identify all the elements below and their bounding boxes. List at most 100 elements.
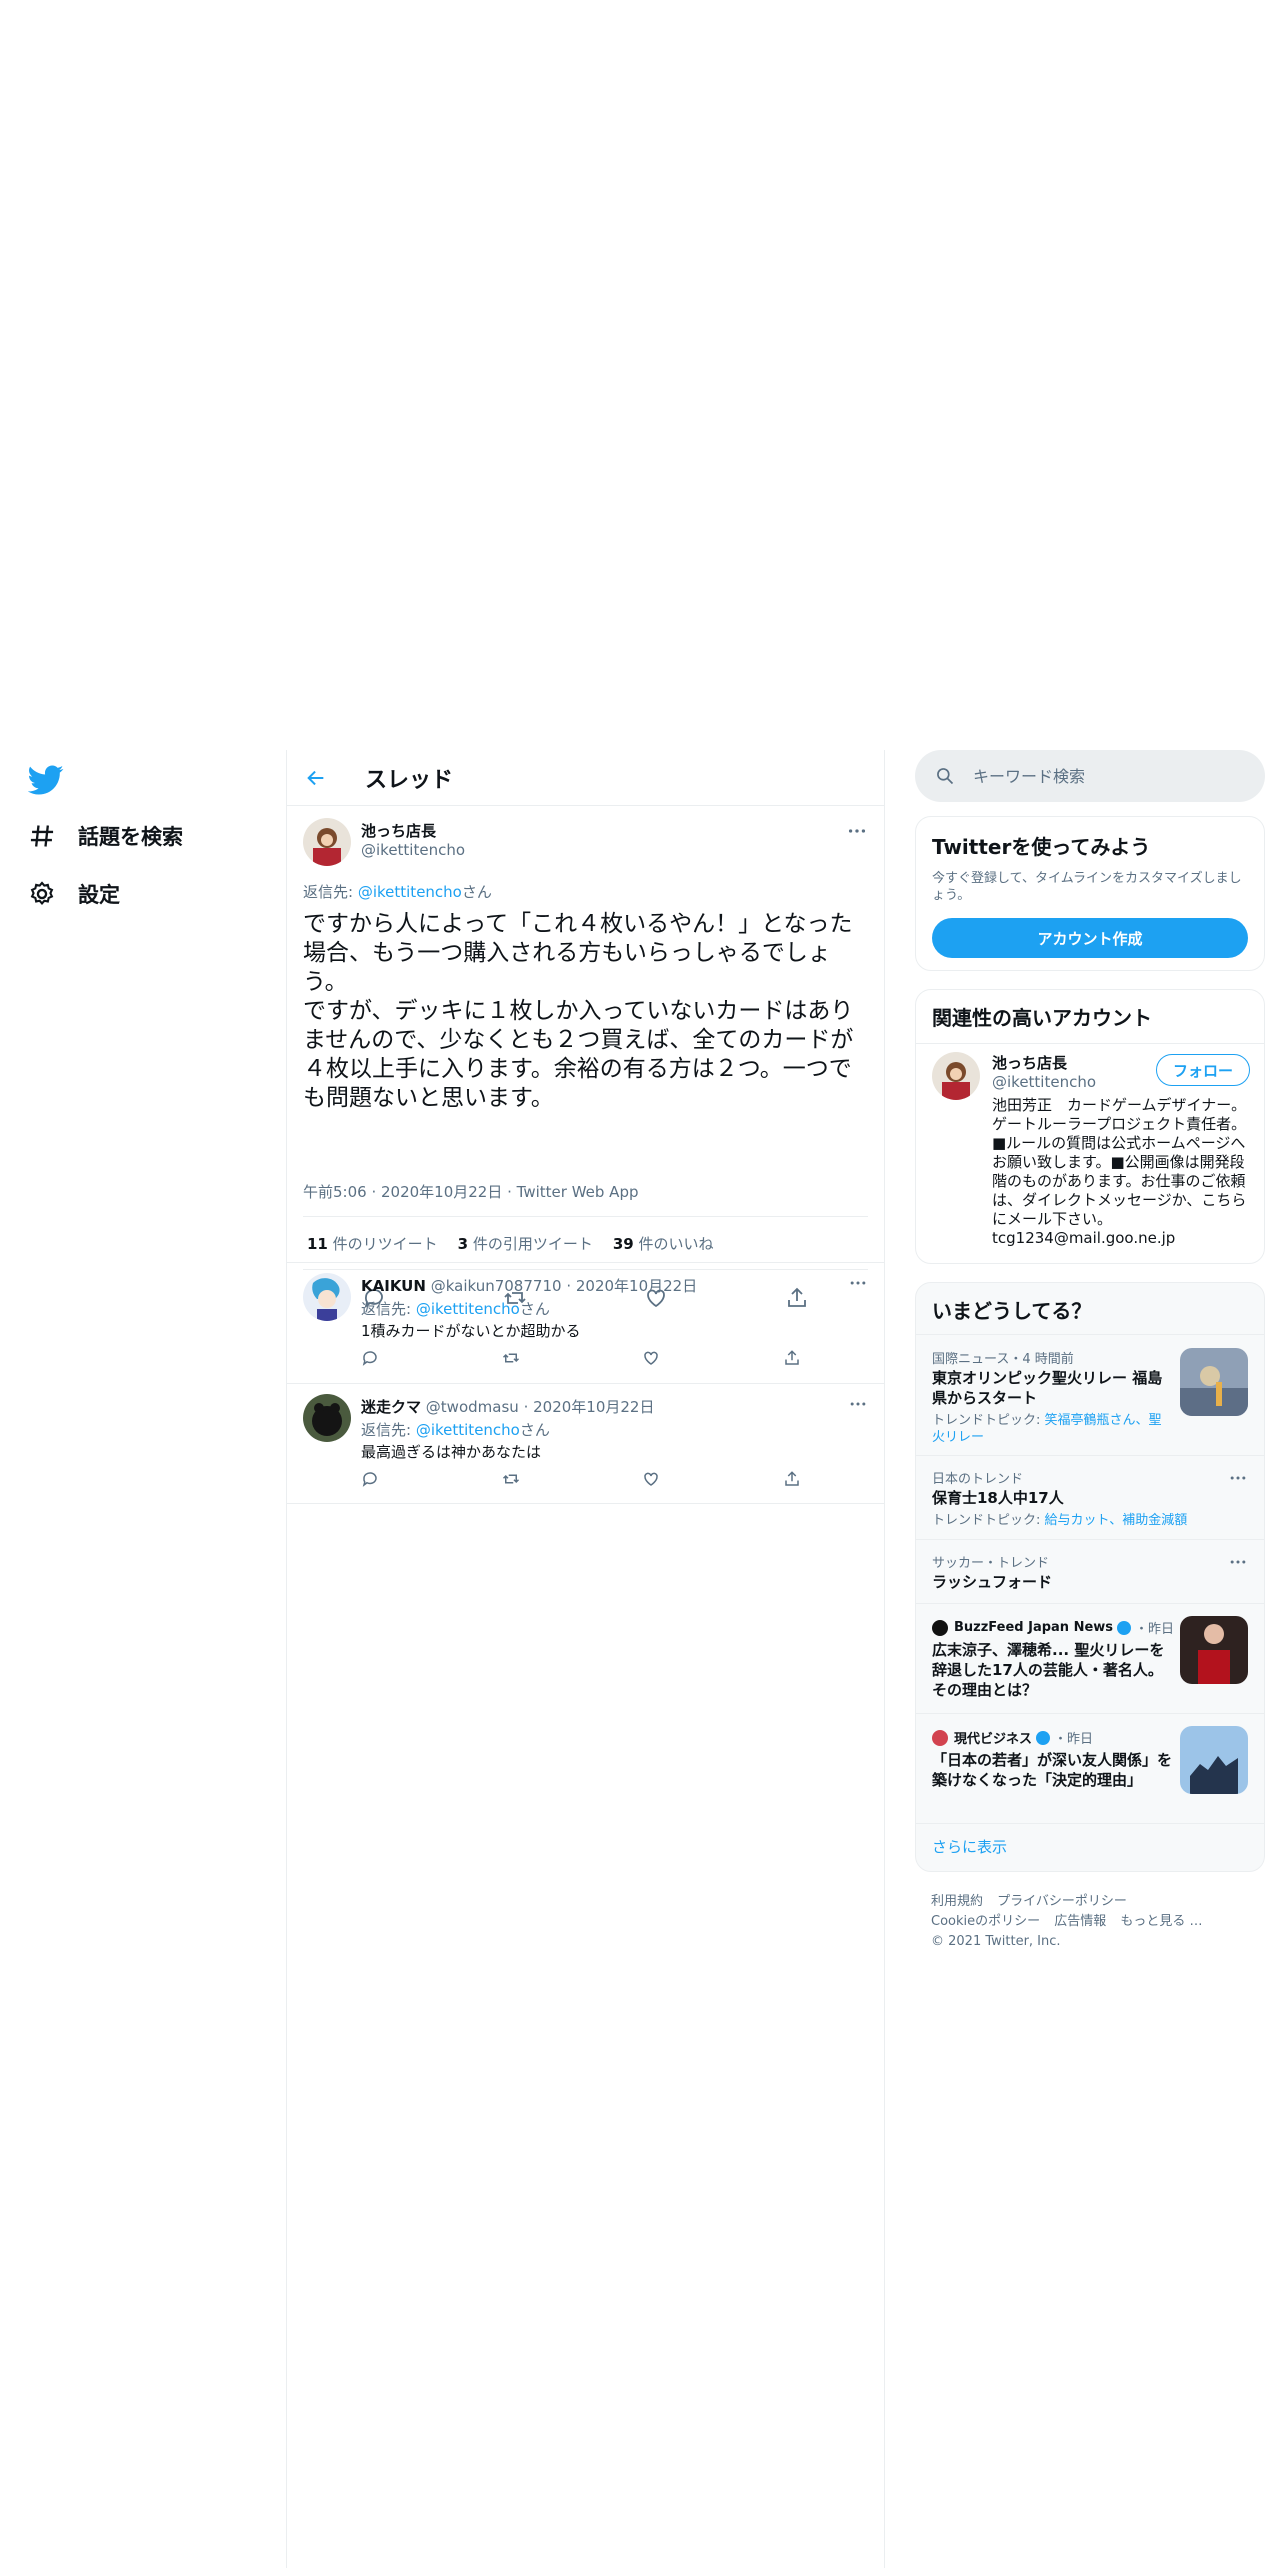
retweet-icon[interactable] — [502, 1349, 520, 1367]
author-handle[interactable]: @ikettitencho — [361, 841, 465, 859]
retweets-stat[interactable]: 11 件のリツイート — [307, 1233, 438, 1254]
news-thumbnail — [1180, 1616, 1248, 1684]
tweet-meta: 午前5:06 · 2020年10月22日 · Twitter Web App — [303, 1183, 639, 1201]
tweet-date[interactable]: 2020年10月22日 — [381, 1183, 502, 1201]
trend-item[interactable]: 国際ニュース・4 時間前 東京オリンピック聖火リレー 福島県からスタート トレン… — [916, 1336, 1264, 1456]
footer-link-more[interactable]: もっと見る … — [1120, 1914, 1202, 1929]
signup-title: Twitterを使ってみよう — [932, 835, 1151, 859]
reply-actions — [361, 1349, 801, 1367]
nav-settings-label: 設定 — [78, 883, 120, 907]
search-icon — [937, 768, 954, 785]
reply-to-handle-link[interactable]: @ikettitencho — [358, 883, 462, 901]
tweet-text: ですから人によって「これ４枚いるやん！」となった場合、もう一つ購入される方もいら… — [303, 911, 854, 1111]
retweet-icon[interactable] — [502, 1470, 520, 1488]
trend-context: 日本のトレンド — [932, 1472, 1024, 1487]
avatar[interactable] — [303, 818, 351, 866]
follow-button[interactable]: フォロー — [1155, 1054, 1250, 1086]
footer-link-terms[interactable]: 利用規約 — [931, 1894, 983, 1909]
signup-card: Twitterを使ってみよう 今すぐ登録して、タイムラインをカスタマイズしましょ… — [915, 816, 1265, 971]
reply-tweet[interactable]: 迷走クマ @twodmasu · 2020年10月22日 返信先: @ikett… — [287, 1383, 884, 1504]
reply-author-name[interactable]: 迷走クマ — [361, 1398, 421, 1416]
news-source-avatar — [932, 1729, 948, 1746]
trend-title: ラッシュフォード — [932, 1573, 1053, 1591]
avatar[interactable] — [303, 1273, 351, 1321]
reply-to: 返信先: @ikettitenchoさん — [361, 1300, 550, 1318]
trend-title: 東京オリンピック聖火リレー 福島県からスタート — [932, 1369, 1163, 1407]
footer-link-privacy[interactable]: プライバシーポリシー — [997, 1894, 1127, 1909]
create-account-button[interactable]: アカウント作成 — [932, 918, 1248, 958]
news-item[interactable]: 現代ビジネス ・昨日 「日本の若者」が深い友人関係」を築けなくなった「決定的理由… — [916, 1714, 1264, 1824]
trends-title: いまどうしてる？ — [916, 1283, 1264, 1335]
more-options-icon[interactable] — [848, 1394, 868, 1414]
nav-settings[interactable]: 設定 — [28, 874, 120, 914]
related-account-handle[interactable]: @ikettitencho — [992, 1073, 1096, 1091]
trend-topic-links[interactable]: 給与カット、補助金減額 — [1045, 1513, 1188, 1528]
page-title: スレッド — [365, 767, 454, 793]
related-accounts-card: 関連性の高いアカウント 池っち店長 @ikettitencho フォロー 池田芳… — [915, 989, 1265, 1264]
reply-to: 返信先: @ikettitenchoさん — [361, 1421, 550, 1439]
nav-explore-label: 話題を検索 — [78, 825, 183, 849]
footer-link-cookies[interactable]: Cookieのポリシー — [931, 1914, 1040, 1929]
share-icon[interactable] — [783, 1349, 801, 1367]
show-more-link[interactable]: さらに表示 — [932, 1836, 1007, 1857]
reply-icon[interactable] — [361, 1349, 379, 1367]
more-options-icon[interactable] — [1228, 1468, 1248, 1488]
avatar[interactable] — [303, 1394, 351, 1442]
more-options-icon[interactable] — [1228, 1552, 1248, 1572]
reply-tweet[interactable]: KAIKUN @kaikun7087710 · 2020年10月22日 返信先:… — [287, 1262, 884, 1383]
news-thumbnail — [1180, 1726, 1248, 1794]
verified-badge-icon — [1036, 1730, 1051, 1745]
trend-context: 国際ニュース・4 時間前 — [932, 1352, 1074, 1367]
verified-badge-icon — [1117, 1620, 1132, 1635]
news-title: 広末涼子、澤穂希... 聖火リレーを辞退した17人の芸能人・著名人。その理由とは… — [932, 1641, 1165, 1699]
trend-subtitle: トレンドトピック: 笑福亭鶴瓶さん、聖火リレー — [932, 1413, 1162, 1445]
news-source: 現代ビジネス ・昨日 — [932, 1728, 1093, 1747]
like-icon[interactable] — [642, 1349, 660, 1367]
tweet-time[interactable]: 午前5:06 — [303, 1183, 367, 1201]
more-options-icon[interactable] — [848, 1273, 868, 1293]
reply-author-handle[interactable]: @twodmasu — [426, 1398, 519, 1416]
footer-copyright: © 2021 Twitter, Inc. — [931, 1934, 1061, 1949]
tweet-client[interactable]: Twitter Web App — [517, 1183, 639, 1201]
reply-date[interactable]: 2020年10月22日 — [576, 1277, 697, 1295]
main-tweet: 池っち店長 @ikettitencho 返信先: @ikettitenchoさん… — [287, 806, 884, 1328]
trend-title: 保育士18人中17人 — [932, 1489, 1064, 1507]
trend-context: サッカー・トレンド — [932, 1556, 1050, 1571]
twitter-logo-icon[interactable] — [27, 762, 64, 798]
back-arrow-icon[interactable] — [305, 767, 327, 789]
trend-subtitle: トレンドトピック: 給与カット、補助金減額 — [932, 1513, 1188, 1528]
reply-author-name[interactable]: KAIKUN — [361, 1277, 426, 1295]
news-title: 「日本の若者」が深い友人関係」を築けなくなった「決定的理由」 — [932, 1751, 1173, 1789]
sidebar-right: Twitterを使ってみよう 今すぐ登録して、タイムラインをカスタマイズしましょ… — [915, 750, 1265, 1952]
reply-to-handle-link[interactable]: @ikettitencho — [416, 1421, 520, 1439]
gear-icon — [30, 881, 54, 906]
author-name[interactable]: 池っち店長 — [361, 820, 436, 841]
like-icon[interactable] — [642, 1470, 660, 1488]
reply-date[interactable]: 2020年10月22日 — [533, 1398, 654, 1416]
reply-text: 最高過ぎるは神かあなたは — [361, 1443, 542, 1461]
footer-link-ads[interactable]: 広告情報 — [1054, 1914, 1106, 1929]
trend-item[interactable]: サッカー・トレンド ラッシュフォード — [916, 1540, 1264, 1604]
main-column: スレッド 池っち店長 @ikettitencho 返信先: @ikettiten… — [286, 750, 885, 2568]
thread-header: スレッド — [287, 750, 884, 806]
reply-icon[interactable] — [361, 1470, 379, 1488]
more-options-icon[interactable] — [846, 820, 868, 842]
related-account-name[interactable]: 池っち店長 — [992, 1052, 1067, 1073]
likes-stat[interactable]: 39 件のいいね — [613, 1233, 714, 1254]
share-icon[interactable] — [783, 1470, 801, 1488]
search-bar[interactable] — [915, 750, 1265, 802]
reply-to: 返信先: @ikettitenchoさん — [303, 883, 492, 901]
quotes-stat[interactable]: 3 件の引用ツイート — [458, 1233, 593, 1254]
trend-item[interactable]: 日本のトレンド 保育士18人中17人 トレンドトピック: 給与カット、補助金減額 — [916, 1456, 1264, 1540]
reply-header: KAIKUN @kaikun7087710 · 2020年10月22日 — [361, 1277, 698, 1295]
hashtag-icon — [30, 825, 54, 847]
footer: 利用規約 プライバシーポリシー Cookieのポリシー 広告情報 もっと見る …… — [915, 1892, 1265, 1952]
reply-header: 迷走クマ @twodmasu · 2020年10月22日 — [361, 1398, 655, 1416]
avatar[interactable] — [932, 1052, 980, 1100]
nav-explore[interactable]: 話題を検索 — [28, 816, 183, 856]
news-item[interactable]: BuzzFeed Japan News ・昨日 広末涼子、澤穂希... 聖火リレ… — [916, 1604, 1264, 1714]
reply-to-handle-link[interactable]: @ikettitencho — [416, 1300, 520, 1318]
news-source: BuzzFeed Japan News ・昨日 — [932, 1618, 1174, 1637]
search-input[interactable] — [973, 766, 1233, 786]
reply-author-handle[interactable]: @kaikun7087710 — [431, 1277, 562, 1295]
